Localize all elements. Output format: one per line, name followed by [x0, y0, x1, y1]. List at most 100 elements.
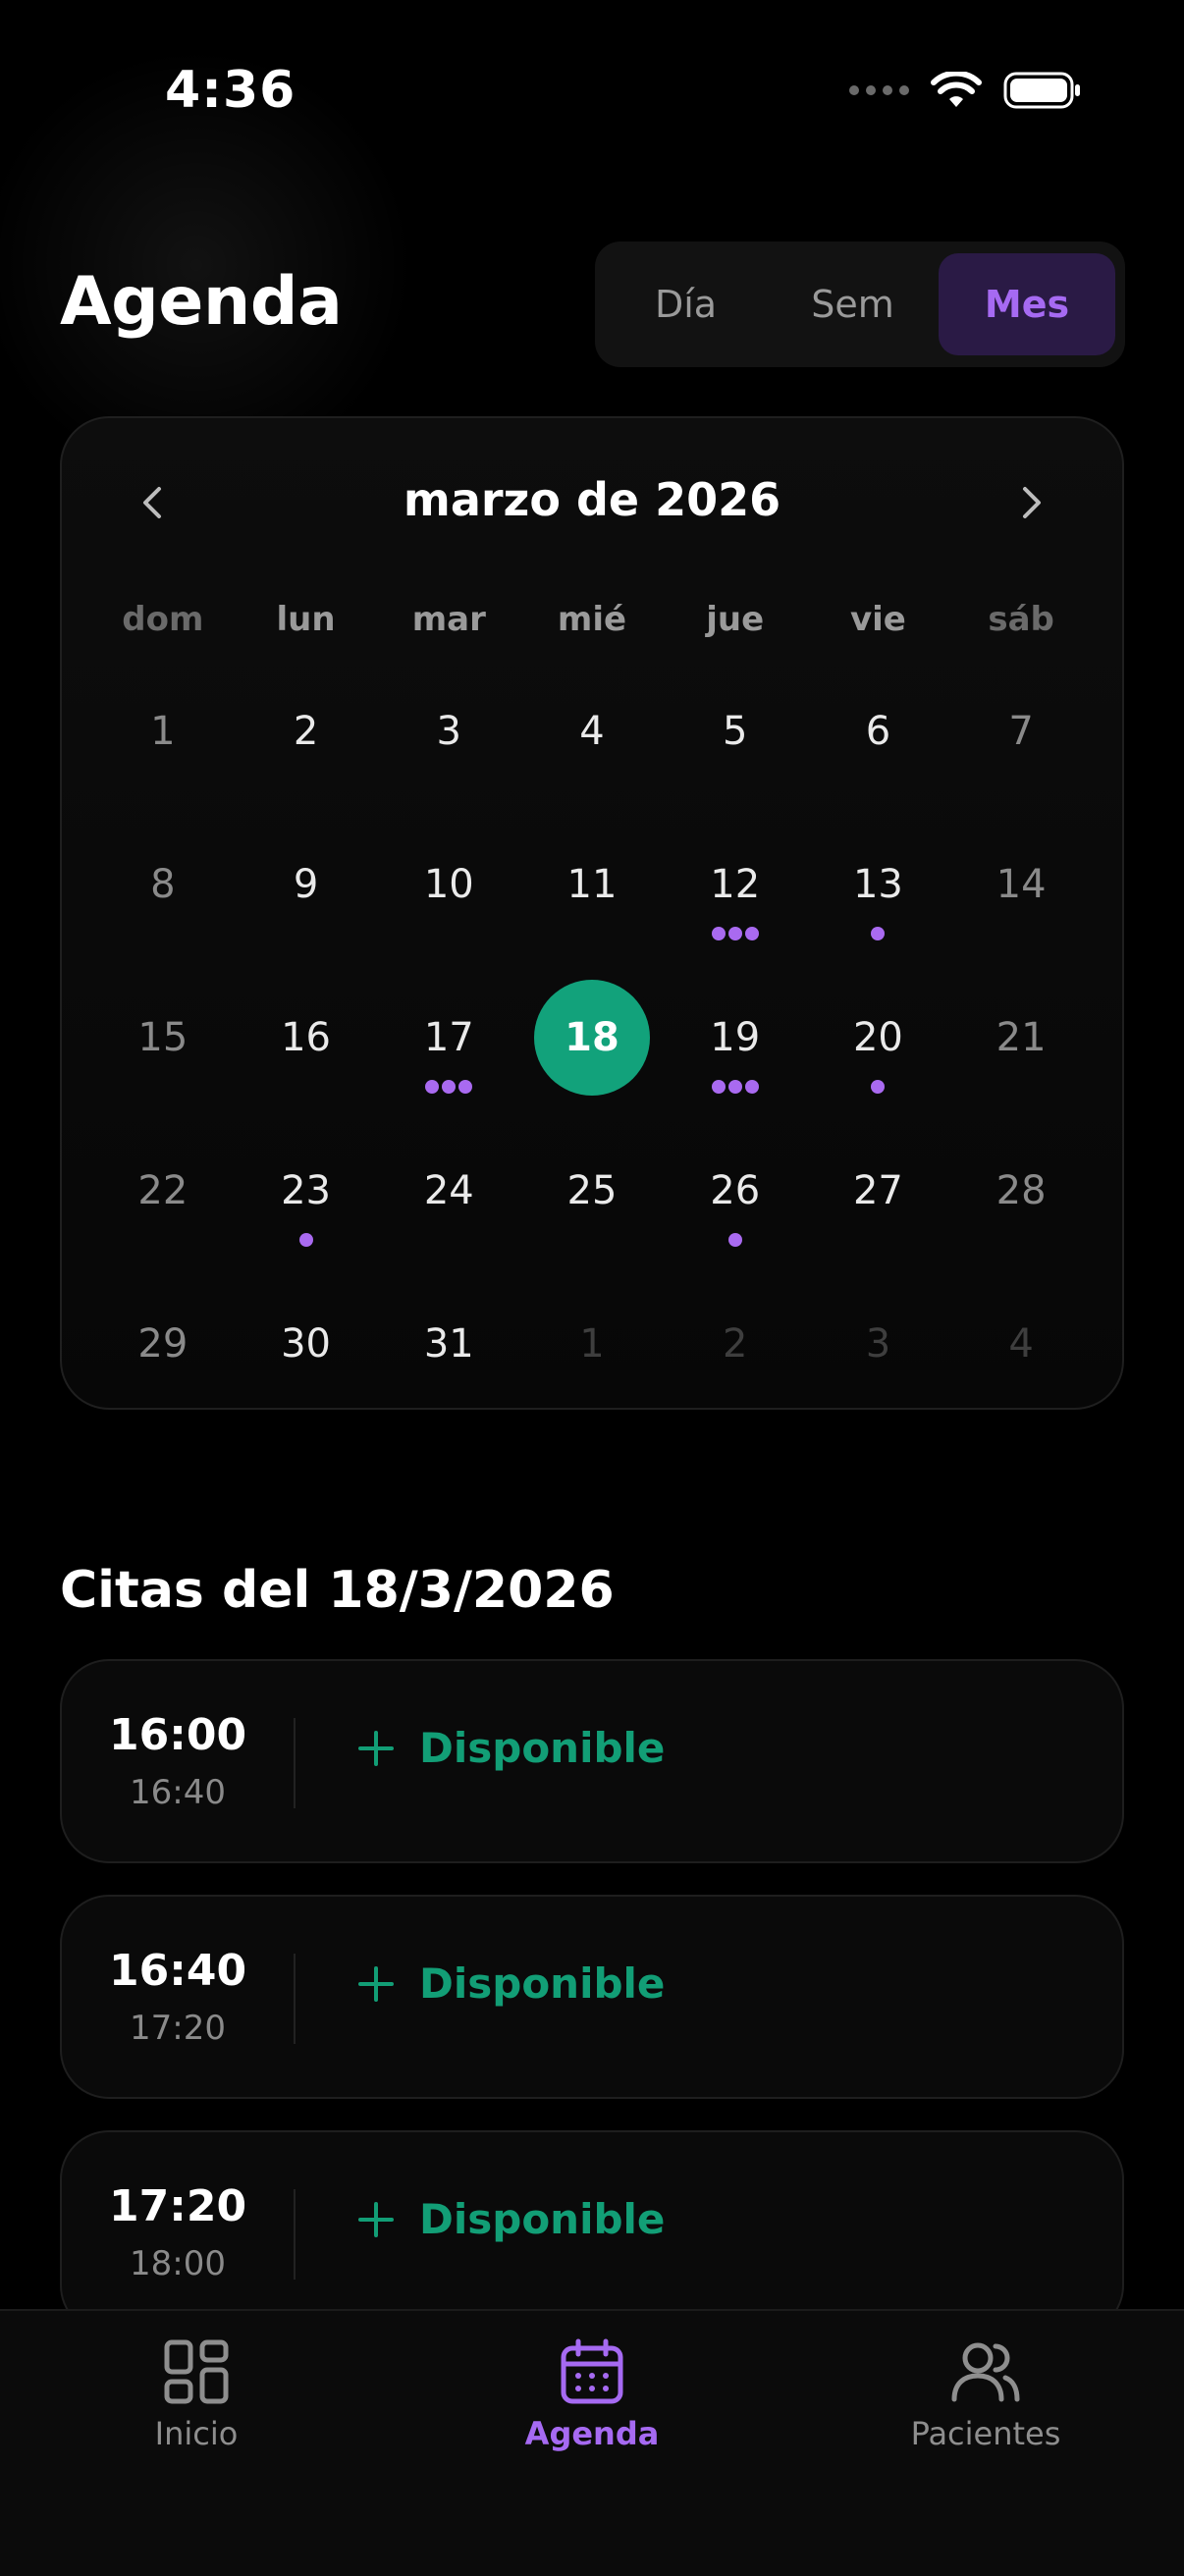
users-icon [951, 2342, 1020, 2402]
calendar-day[interactable]: 28 [949, 1133, 1093, 1286]
add-appointment-button[interactable]: Disponible [356, 1959, 665, 2008]
calendar-day-number: 15 [137, 1015, 188, 1060]
weekday-label: vie [849, 600, 906, 639]
calendar-day-number: 1 [579, 1321, 605, 1367]
calendar-day[interactable]: 31 [377, 1286, 520, 1439]
slot-status-label: Disponible [419, 2195, 666, 2243]
tab-label: Inicio [154, 2415, 239, 2452]
view-mode-day[interactable]: Día [605, 253, 767, 355]
appointment-slot[interactable]: 16:40 17:20 Disponible [60, 1895, 1124, 2099]
calendar-day-selected[interactable]: 18 [520, 980, 664, 1133]
calendar-day-number: 16 [281, 1015, 332, 1060]
calendar-day-number: 20 [852, 1015, 903, 1060]
calendar-day-number: 13 [852, 862, 903, 907]
appointments-title: Citas del 18/3/2026 [60, 1561, 615, 1620]
calendar-day[interactable]: 22 [91, 1133, 235, 1286]
weekday-label: mié [557, 600, 627, 639]
slot-divider [294, 1718, 296, 1808]
appointment-dot [442, 1080, 457, 1094]
weekday-label: jue [706, 600, 765, 639]
calendar-day[interactable]: 9 [235, 827, 378, 980]
calendar-day[interactable]: 19 [664, 980, 807, 1133]
add-appointment-button[interactable]: Disponible [356, 1724, 665, 1772]
calendar-day-number: 11 [566, 862, 618, 907]
calendar-day-number: 7 [1008, 709, 1034, 754]
calendar-day[interactable]: 8 [91, 827, 235, 980]
calendar-day[interactable]: 4 [520, 673, 664, 827]
calendar-day-number: 21 [996, 1015, 1047, 1060]
calendar-day-number: 19 [710, 1015, 761, 1060]
calendar-day[interactable]: 29 [91, 1286, 235, 1439]
calendar-day-number: 14 [996, 862, 1047, 907]
appointment-indicator-dots [711, 1080, 759, 1094]
tab-inicio[interactable]: Inicio [49, 2338, 344, 2452]
chevron-right-icon [1023, 487, 1041, 518]
calendar-day[interactable]: 1 [91, 673, 235, 827]
calendar-day-number: 4 [1008, 1321, 1034, 1367]
calendar-day[interactable]: 11 [520, 827, 664, 980]
plus-icon [356, 1729, 396, 1768]
calendar-day[interactable]: 25 [520, 1133, 664, 1286]
tab-pacientes[interactable]: Pacientes [838, 2338, 1133, 2452]
appointment-indicator-dots [871, 927, 886, 940]
calendar-day[interactable]: 20 [807, 980, 950, 1133]
calendar-day[interactable]: 23 [235, 1133, 378, 1286]
calendar-day[interactable]: 26 [664, 1133, 807, 1286]
calendar-day[interactable]: 15 [91, 980, 235, 1133]
view-mode-month[interactable]: Mes [939, 253, 1115, 355]
appointment-dot [298, 1233, 313, 1247]
calendar-day[interactable]: 1 [520, 1286, 664, 1439]
tab-agenda[interactable]: Agenda [445, 2338, 739, 2452]
appointment-dot [727, 927, 742, 940]
calendar-day[interactable]: 10 [377, 827, 520, 980]
calendar-day[interactable]: 4 [949, 1286, 1093, 1439]
calendar-icon [561, 2338, 623, 2404]
appointment-indicator-dots [425, 1080, 473, 1094]
next-month-button[interactable] [1002, 473, 1061, 532]
calendar-day-number: 17 [423, 1015, 474, 1060]
slot-start-time: 16:00 [109, 1710, 247, 1760]
appointment-dot [458, 1080, 473, 1094]
calendar-day-number: 22 [137, 1168, 188, 1213]
calendar-day-number: 12 [710, 862, 761, 907]
appointment-indicator-dots [871, 1080, 886, 1094]
weekday-label: dom [122, 600, 204, 639]
cellular-signal-icon [849, 85, 909, 95]
calendar-day[interactable]: 5 [664, 673, 807, 827]
calendar-day[interactable]: 7 [949, 673, 1093, 827]
calendar-day[interactable]: 24 [377, 1133, 520, 1286]
calendar-day[interactable]: 2 [664, 1286, 807, 1439]
calendar-day[interactable]: 17 [377, 980, 520, 1133]
calendar-day[interactable]: 6 [807, 673, 950, 827]
calendar-day[interactable]: 2 [235, 673, 378, 827]
calendar-day[interactable]: 3 [807, 1286, 950, 1439]
appointment-slot[interactable]: 17:20 18:00 Disponible [60, 2130, 1124, 2334]
calendar-days-grid: 1 2 3 4 5 6 7 8 9 10 11 12 13 14 15 16 17 18 19 20 21 22 23 24 2… [62, 673, 1122, 1439]
calendar-day-number: 9 [293, 862, 319, 907]
calendar-day[interactable]: 13 [807, 827, 950, 980]
month-calendar: marzo de 2026 dom lun mar mié jue vie sá… [60, 416, 1124, 1410]
calendar-day-number: 31 [423, 1321, 474, 1367]
calendar-day[interactable]: 21 [949, 980, 1093, 1133]
appointment-dot [727, 1080, 742, 1094]
calendar-day[interactable]: 12 [664, 827, 807, 980]
calendar-month-label: marzo de 2026 [403, 473, 781, 526]
add-appointment-button[interactable]: Disponible [356, 2195, 665, 2243]
appointment-dot [711, 1080, 726, 1094]
view-mode-week[interactable]: Sem [767, 253, 939, 355]
calendar-day[interactable]: 16 [235, 980, 378, 1133]
calendar-day[interactable]: 27 [807, 1133, 950, 1286]
calendar-day[interactable]: 30 [235, 1286, 378, 1439]
calendar-day-number: 18 [533, 980, 650, 1096]
slot-start-time: 16:40 [109, 1946, 247, 1996]
appointment-slot[interactable]: 16:00 16:40 Disponible [60, 1659, 1124, 1863]
calendar-day[interactable]: 14 [949, 827, 1093, 980]
tab-label: Pacientes [910, 2415, 1061, 2452]
calendar-day[interactable]: 3 [377, 673, 520, 827]
calendar-day-number: 3 [865, 1321, 891, 1367]
grid-icon [164, 2339, 229, 2404]
wifi-icon [931, 72, 982, 107]
appointment-dot [711, 927, 726, 940]
slot-divider [294, 1954, 296, 2044]
calendar-day-number: 28 [996, 1168, 1047, 1213]
